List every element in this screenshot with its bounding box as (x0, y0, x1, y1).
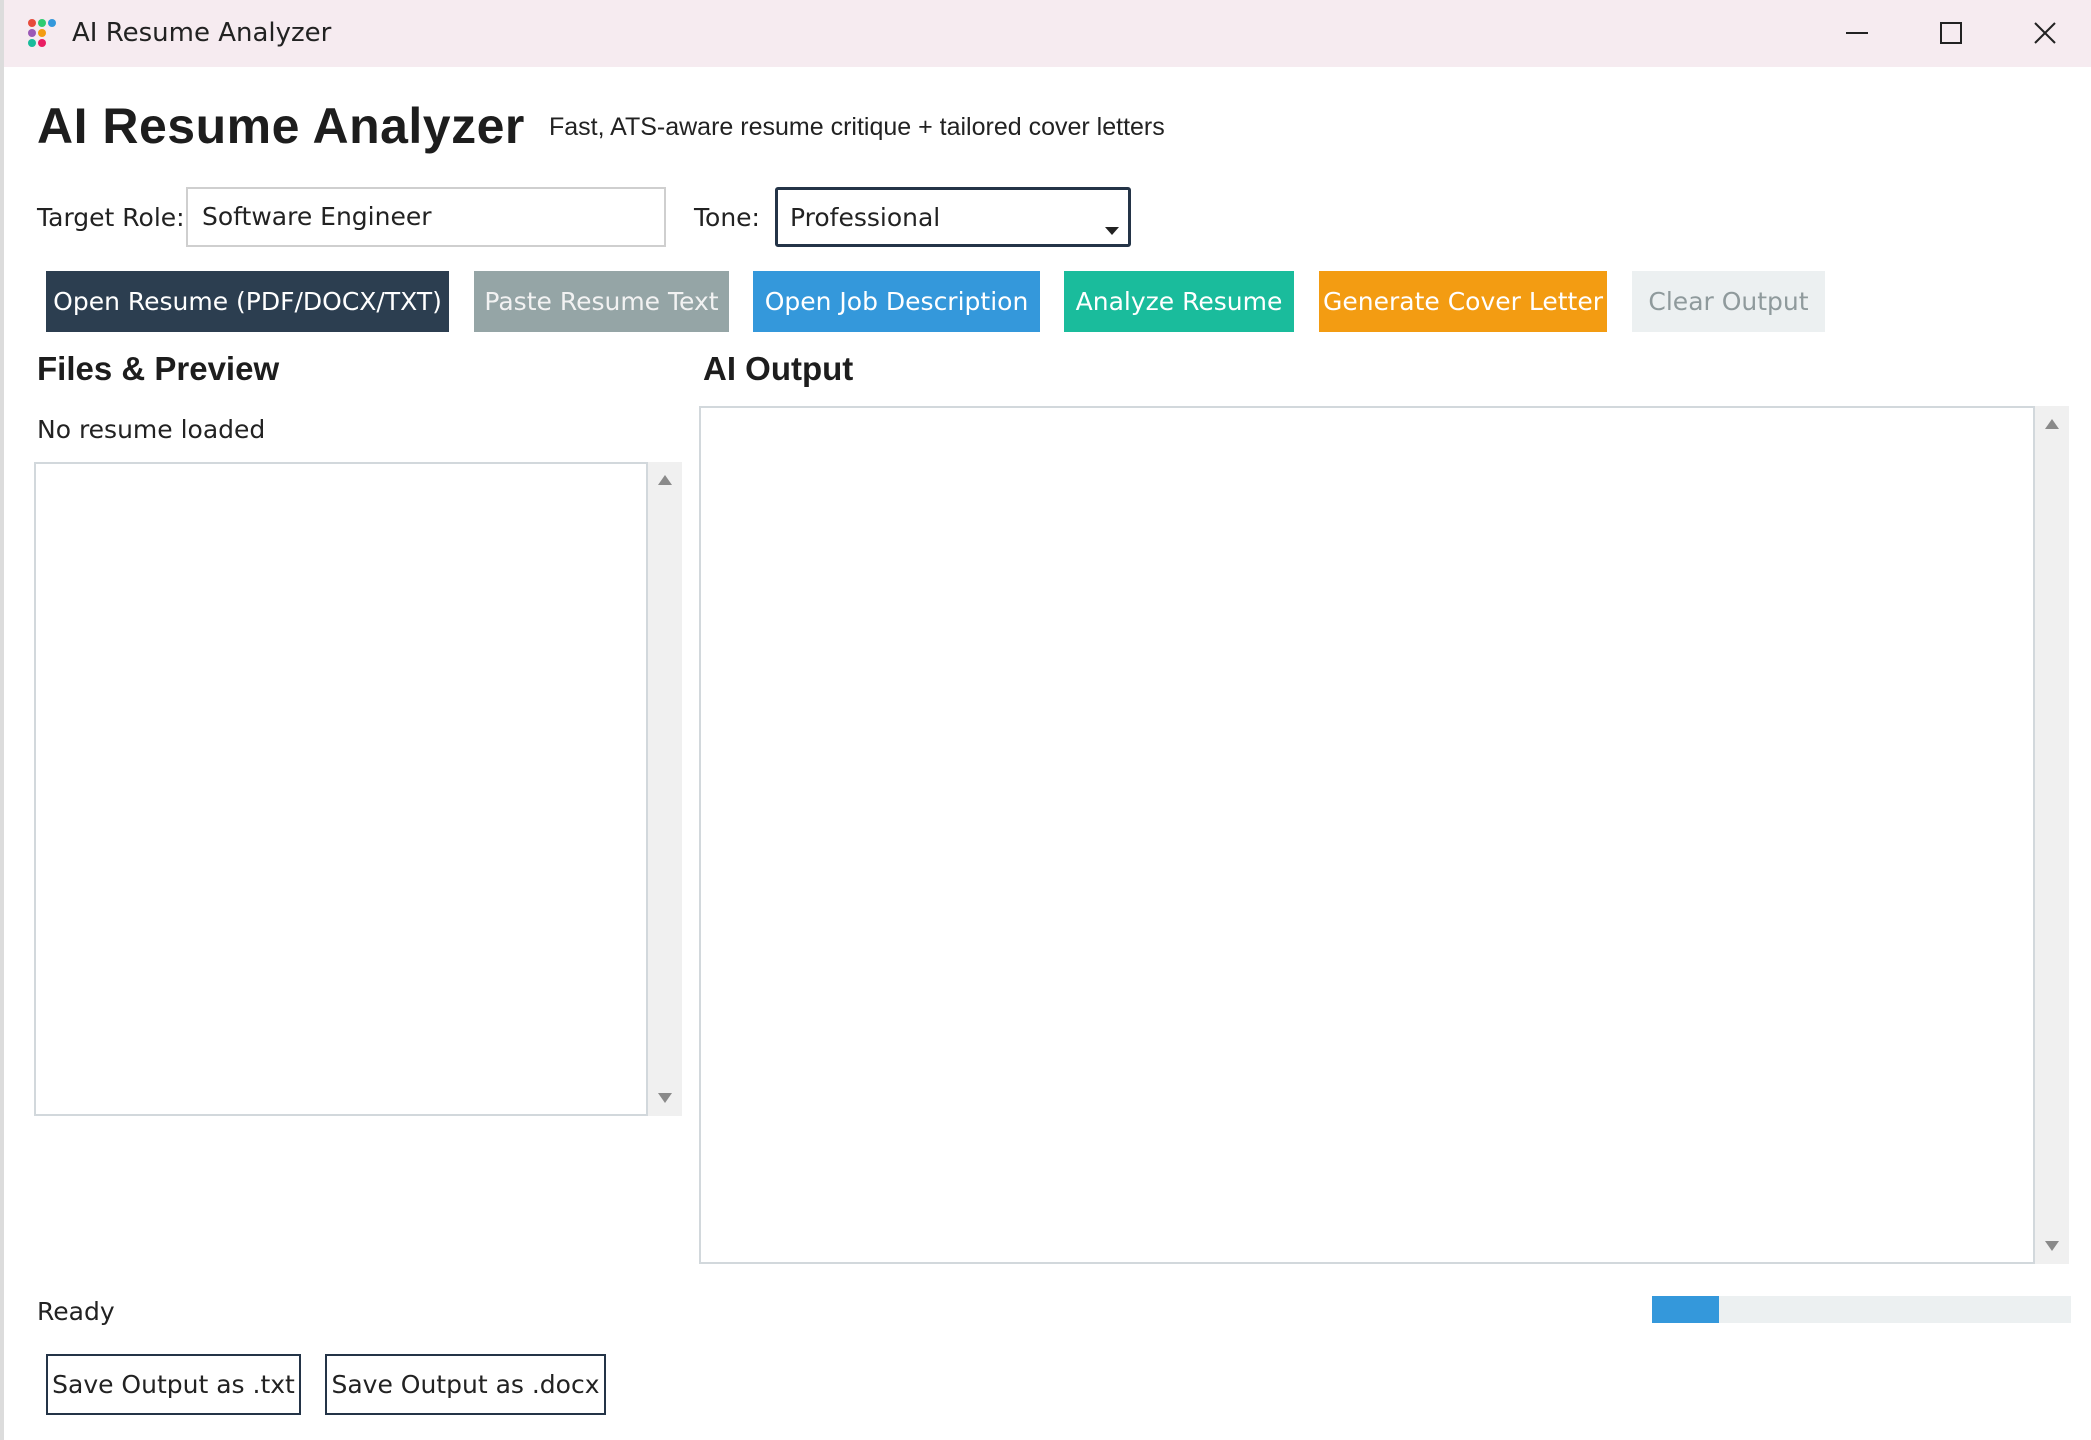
app-dots-icon (26, 17, 58, 49)
scroll-down-icon[interactable] (2044, 1240, 2060, 1252)
page-title: AI Resume Analyzer (37, 98, 525, 154)
preview-scrollbar[interactable] (648, 462, 682, 1116)
minimize-icon (1846, 32, 1868, 34)
page-subtitle: Fast, ATS-aware resume critique + tailor… (549, 113, 1165, 141)
progress-bar-fill (1652, 1296, 1720, 1323)
ai-output-textarea[interactable] (699, 406, 2035, 1264)
title-bar[interactable]: AI Resume Analyzer (4, 0, 2091, 67)
maximize-button[interactable] (1904, 0, 1998, 67)
target-role-label: Target Role: (37, 203, 185, 232)
resume-status-text: No resume loaded (37, 415, 266, 444)
save-docx-button[interactable]: Save Output as .docx (325, 1354, 606, 1415)
tone-selected-value: Professional (790, 203, 941, 232)
files-preview-heading: Files & Preview (37, 350, 280, 387)
dropdown-arrow-icon (1105, 227, 1119, 235)
tone-label: Tone: (694, 203, 760, 232)
resume-preview-textarea[interactable] (34, 462, 648, 1116)
ai-output-heading: AI Output (703, 350, 854, 387)
close-icon (2034, 22, 2056, 44)
paste-resume-button[interactable]: Paste Resume Text (474, 271, 729, 332)
output-scrollbar[interactable] (2035, 406, 2069, 1264)
analyze-resume-button[interactable]: Analyze Resume (1064, 271, 1294, 332)
maximize-icon (1940, 22, 1962, 44)
tone-select[interactable]: Professional (775, 187, 1131, 247)
generate-cover-letter-button[interactable]: Generate Cover Letter (1319, 271, 1607, 332)
status-label: Ready (37, 1297, 115, 1326)
app-window: AI Resume Analyzer AI Resume Analyzer Fa… (0, 0, 2091, 1440)
minimize-button[interactable] (1810, 0, 1904, 67)
open-job-description-button[interactable]: Open Job Description (753, 271, 1040, 332)
scroll-up-icon[interactable] (2044, 418, 2060, 430)
open-resume-button[interactable]: Open Resume (PDF/DOCX/TXT) (46, 271, 449, 332)
target-role-input[interactable]: Software Engineer (186, 187, 666, 247)
window-title: AI Resume Analyzer (72, 18, 332, 48)
scroll-up-icon[interactable] (657, 474, 673, 486)
save-txt-button[interactable]: Save Output as .txt (46, 1354, 301, 1415)
progress-bar (1652, 1296, 2071, 1323)
scroll-down-icon[interactable] (657, 1092, 673, 1104)
clear-output-button[interactable]: Clear Output (1632, 271, 1825, 332)
close-button[interactable] (1998, 0, 2091, 67)
